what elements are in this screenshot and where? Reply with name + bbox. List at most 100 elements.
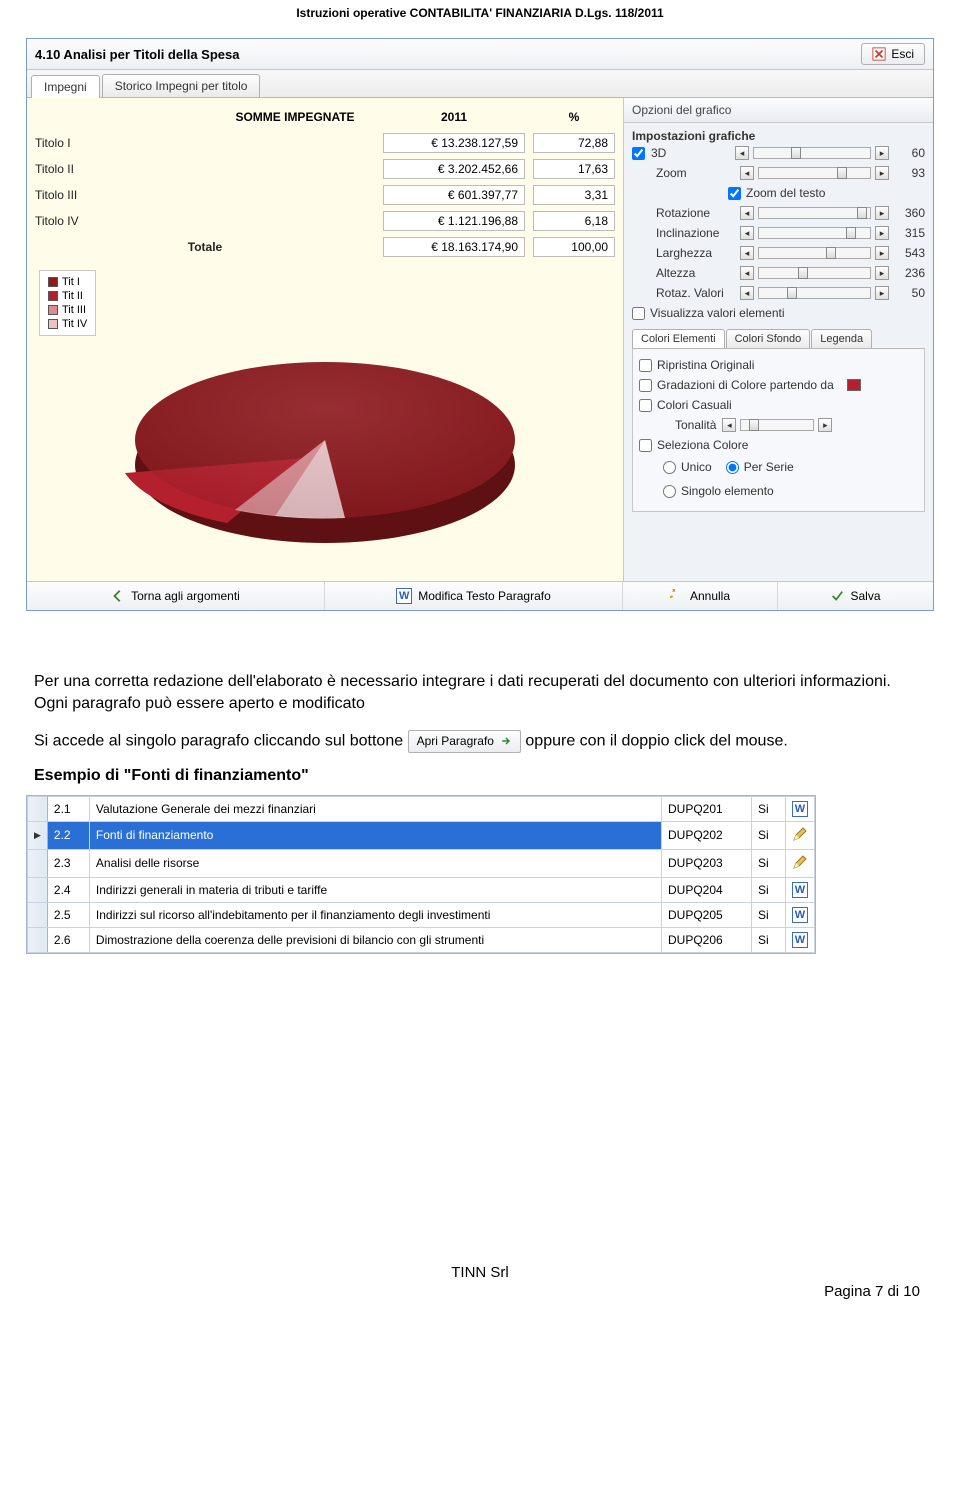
- paragraph-2: Si accede al singolo paragrafo cliccando…: [34, 730, 926, 753]
- arrow-right-icon[interactable]: ▸: [875, 206, 889, 220]
- open-paragraph-button-inline: Apri Paragrafo: [408, 730, 521, 753]
- arrow-left-icon[interactable]: ◂: [740, 226, 754, 240]
- row-gutter: [28, 927, 48, 952]
- row-icon-cell[interactable]: W: [786, 902, 815, 927]
- cancel-button[interactable]: Annulla: [623, 582, 778, 610]
- page-footer: TINN Srl Pagina 7 di 10: [0, 1264, 960, 1306]
- edit-paragraph-button[interactable]: W Modifica Testo Paragrafo: [325, 582, 623, 610]
- label-unico: Unico: [681, 460, 712, 474]
- radio-per-serie[interactable]: [726, 461, 739, 474]
- table-row[interactable]: 2.2Fonti di finanziamentoDUPQ202Si: [28, 821, 815, 849]
- slider-larghezza[interactable]: ◂▸: [740, 246, 889, 260]
- tab-storico[interactable]: Storico Impegni per titolo: [102, 74, 261, 97]
- checkbox-ripristina[interactable]: [639, 359, 652, 372]
- row-pct: 17,63: [533, 159, 615, 179]
- arrow-left-icon[interactable]: ◂: [740, 206, 754, 220]
- word-icon: W: [792, 907, 808, 923]
- row-number: 2.2: [47, 821, 89, 849]
- tab-colori-sfondo[interactable]: Colori Sfondo: [726, 329, 811, 348]
- col-pct: %: [529, 104, 619, 130]
- exit-icon: [872, 47, 886, 61]
- row-gutter: [28, 821, 48, 849]
- arrow-right-icon[interactable]: ▸: [875, 246, 889, 260]
- slider-rotazione[interactable]: ◂▸: [740, 206, 889, 220]
- radio-unico[interactable]: [663, 461, 676, 474]
- exit-button[interactable]: Esci: [861, 43, 925, 65]
- back-arrow-icon: [111, 589, 125, 603]
- row-pct: 6,18: [533, 211, 615, 231]
- row-code: DUPQ205: [662, 902, 752, 927]
- example-heading: Esempio di "Fonti di finanziamento": [34, 767, 926, 785]
- cancel-label: Annulla: [690, 589, 730, 603]
- slider-altezza[interactable]: ◂▸: [740, 266, 889, 280]
- radio-singolo[interactable]: [663, 485, 676, 498]
- row-value: € 601.397,77: [383, 185, 525, 205]
- color-tabs: Colori Elementi Colori Sfondo Legenda: [632, 329, 925, 349]
- arrow-right-icon[interactable]: ▸: [875, 166, 889, 180]
- left-pane: SOMME IMPEGNATE 2011 % Titolo I€ 13.238.…: [27, 98, 623, 581]
- edit-label: Modifica Testo Paragrafo: [418, 589, 551, 603]
- row-label: Titolo III: [31, 182, 211, 208]
- back-button[interactable]: Torna agli argomenti: [27, 582, 325, 610]
- arrow-right-icon[interactable]: ▸: [875, 146, 889, 160]
- checkbox-casuali[interactable]: [639, 399, 652, 412]
- arrow-left-icon[interactable]: ◂: [735, 146, 749, 160]
- arrow-left-icon[interactable]: ◂: [740, 286, 754, 300]
- row-number: 2.5: [47, 902, 89, 927]
- table-row[interactable]: 2.4Indirizzi generali in materia di trib…: [28, 877, 815, 902]
- label-altezza: Altezza: [656, 266, 734, 280]
- legend-item: Tit III: [62, 304, 86, 316]
- arrow-right-icon[interactable]: ▸: [875, 226, 889, 240]
- slider-3d[interactable]: ◂▸: [735, 146, 889, 160]
- slider-inclinazione[interactable]: ◂▸: [740, 226, 889, 240]
- arrow-right-icon[interactable]: ▸: [875, 286, 889, 300]
- slider-tonalita[interactable]: ◂▸: [722, 418, 832, 432]
- row-icon-cell[interactable]: [786, 849, 815, 877]
- row-si: Si: [752, 927, 786, 952]
- slider-zoom[interactable]: ◂▸: [740, 166, 889, 180]
- row-value: € 13.238.127,59: [383, 133, 525, 153]
- label-singolo: Singolo elemento: [681, 484, 774, 498]
- total-pct: 100,00: [533, 237, 615, 257]
- checkbox-3d[interactable]: [632, 147, 645, 160]
- bottom-toolbar: Torna agli argomenti W Modifica Testo Pa…: [27, 581, 933, 610]
- tab-legenda[interactable]: Legenda: [811, 329, 872, 348]
- arrow-left-icon[interactable]: ◂: [740, 266, 754, 280]
- checkbox-gradazioni[interactable]: [639, 379, 652, 392]
- row-icon-cell[interactable]: W: [786, 927, 815, 952]
- arrow-left-icon[interactable]: ◂: [740, 246, 754, 260]
- value-3d: 60: [895, 146, 925, 160]
- color-swatch-icon[interactable]: [847, 379, 861, 391]
- save-button[interactable]: Salva: [778, 582, 933, 610]
- checkbox-seleziona-colore[interactable]: [639, 439, 652, 452]
- arrow-right-icon[interactable]: ▸: [875, 266, 889, 280]
- row-number: 2.1: [47, 796, 89, 821]
- label-inclinazione: Inclinazione: [656, 226, 734, 240]
- tab-impegni[interactable]: Impegni: [31, 75, 100, 98]
- label-rotaz-valori: Rotaz. Valori: [656, 286, 734, 300]
- checkbox-zoom-testo[interactable]: [728, 187, 741, 200]
- chart-legend: Tit I Tit II Tit III Tit IV: [39, 270, 96, 336]
- table-row[interactable]: 2.5Indirizzi sul ricorso all'indebitamen…: [28, 902, 815, 927]
- arrow-left-icon[interactable]: ◂: [740, 166, 754, 180]
- arrow-left-icon[interactable]: ◂: [722, 418, 736, 432]
- label-zoom: Zoom: [656, 166, 734, 180]
- label-3d: 3D: [651, 146, 729, 160]
- word-icon: W: [792, 801, 808, 817]
- arrow-right-icon[interactable]: ▸: [818, 418, 832, 432]
- table-row[interactable]: 2.1Valutazione Generale dei mezzi finanz…: [28, 796, 815, 821]
- table-row[interactable]: 2.3Analisi delle risorseDUPQ203Si: [28, 849, 815, 877]
- row-icon-cell[interactable]: W: [786, 796, 815, 821]
- options-panel: Opzioni del grafico Impostazioni grafich…: [623, 98, 933, 581]
- row-desc: Dimostrazione della coerenza delle previ…: [89, 927, 661, 952]
- slider-rotaz-valori[interactable]: ◂▸: [740, 286, 889, 300]
- pencil-icon: [792, 854, 808, 870]
- paragraph-1: Per una corretta redazione dell'elaborat…: [34, 671, 926, 716]
- checkbox-visualizza-valori[interactable]: [632, 307, 645, 320]
- row-icon-cell[interactable]: W: [786, 877, 815, 902]
- main-tabs: Impegni Storico Impegni per titolo: [27, 70, 933, 98]
- row-icon-cell[interactable]: [786, 821, 815, 849]
- row-gutter: [28, 849, 48, 877]
- tab-colori-elementi[interactable]: Colori Elementi: [632, 329, 725, 348]
- table-row[interactable]: 2.6Dimostrazione della coerenza delle pr…: [28, 927, 815, 952]
